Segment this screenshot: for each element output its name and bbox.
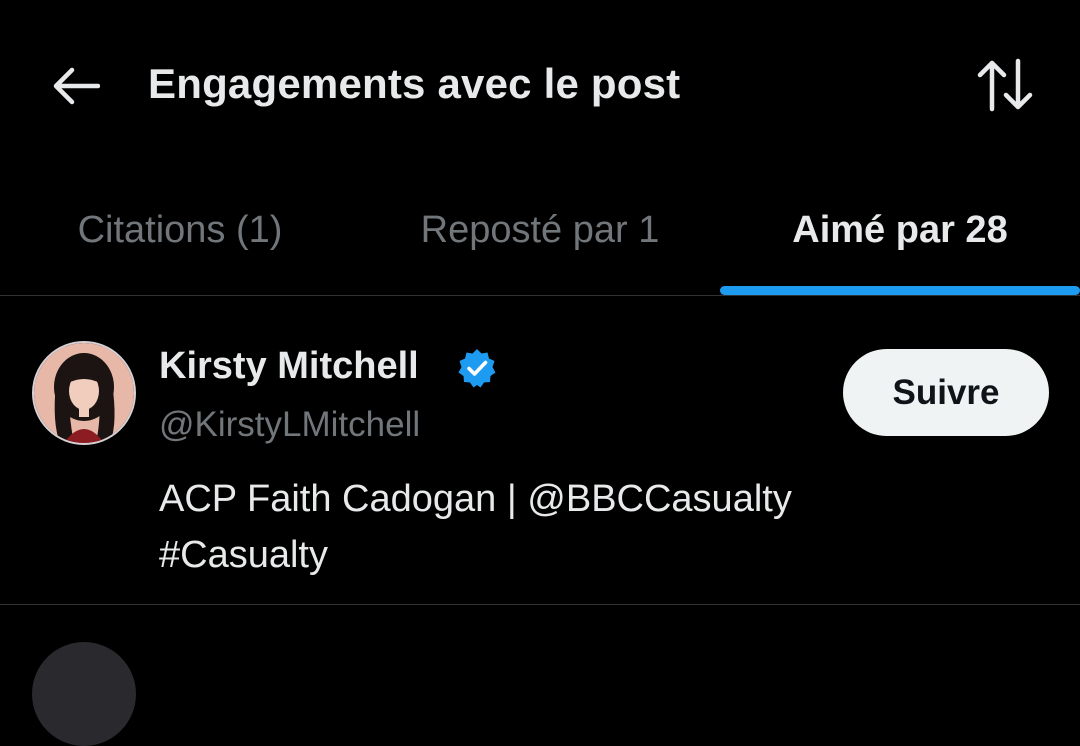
user-handle[interactable]: @KirstyLMitchell: [159, 405, 420, 445]
user-bio: ACP Faith Cadogan | @BBCCasualty #Casual…: [159, 471, 1039, 583]
bio-line: #Casualty: [159, 534, 328, 576]
engagement-tabs: Citations (1) Reposté par 1 Aimé par 28: [0, 170, 1080, 296]
bio-line: ACP Faith Cadogan | @BBCCasualty: [159, 478, 792, 520]
avatar[interactable]: [32, 341, 136, 445]
avatar[interactable]: [32, 642, 136, 746]
user-list-item[interactable]: Kirsty Mitchell @KirstyLMitchell Suivre …: [0, 297, 1080, 605]
sort-button[interactable]: [970, 54, 1040, 116]
sort-arrows-icon: [977, 58, 1033, 112]
tab-label: Aimé par 28: [792, 208, 1008, 251]
back-button[interactable]: [44, 57, 106, 115]
tab-label: Citations (1): [77, 208, 283, 251]
follow-button[interactable]: Suivre: [843, 349, 1049, 436]
page-title: Engagements avec le post: [148, 60, 681, 107]
active-tab-indicator: [720, 286, 1080, 295]
tab-label: Reposté par 1: [420, 208, 660, 251]
tab-citations[interactable]: Citations (1): [0, 170, 360, 296]
tab-likes[interactable]: Aimé par 28: [720, 170, 1080, 296]
user-display-name[interactable]: Kirsty Mitchell: [159, 345, 419, 388]
top-app-bar: Engagements avec le post: [0, 0, 1080, 170]
verified-badge-icon: [458, 349, 496, 388]
follow-button-label: Suivre: [892, 372, 1000, 412]
avatar-image: [34, 343, 134, 443]
arrow-left-icon: [53, 67, 100, 105]
tab-reposts[interactable]: Reposté par 1: [360, 170, 720, 296]
